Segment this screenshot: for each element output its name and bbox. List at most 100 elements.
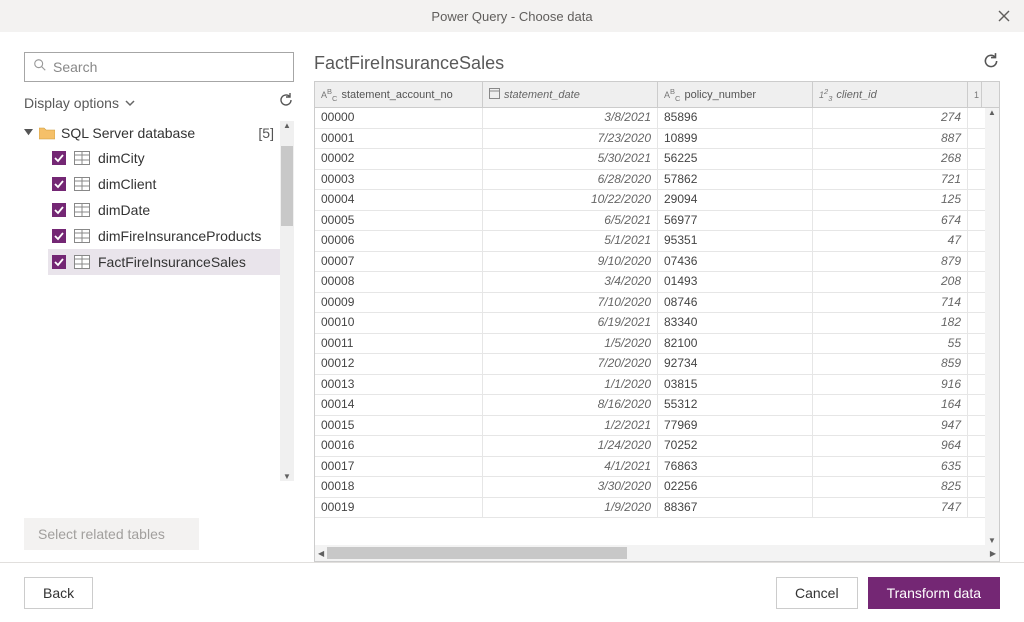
tree-item-label: FactFireInsuranceSales [98, 254, 246, 270]
data-grid: ABCstatement_account_nostatement_dateABC… [314, 81, 1000, 562]
checkbox-icon[interactable] [52, 255, 66, 269]
transform-data-button[interactable]: Transform data [868, 577, 1000, 609]
search-input[interactable] [53, 59, 285, 75]
close-icon[interactable] [992, 4, 1016, 28]
cell: 00017 [315, 457, 483, 477]
cell: 1/1/2020 [483, 375, 658, 395]
hscroll-thumb[interactable] [327, 547, 627, 559]
grid-vertical-scrollbar[interactable]: ▲ ▼ [985, 108, 999, 545]
cell: 00016 [315, 436, 483, 456]
table-row[interactable]: 000191/9/202088367747 [315, 498, 999, 519]
table-row[interactable]: 000106/19/202183340182 [315, 313, 999, 334]
caret-down-icon [24, 125, 33, 141]
table-row[interactable]: 000079/10/202007436879 [315, 252, 999, 273]
navigator-tree: SQL Server database [5] dimCitydimClient… [24, 121, 294, 510]
chevron-down-icon [125, 95, 135, 111]
search-box[interactable] [24, 52, 294, 82]
footer: Back Cancel Transform data [0, 562, 1024, 622]
cell: 00012 [315, 354, 483, 374]
table-icon [74, 255, 90, 269]
cell: 82100 [658, 334, 813, 354]
column-header[interactable]: statement_date [483, 82, 658, 107]
cell: 29094 [658, 190, 813, 210]
grid-header: ABCstatement_account_nostatement_dateABC… [315, 82, 999, 108]
type-icon [489, 88, 500, 101]
table-icon [74, 177, 90, 191]
cell: 879 [813, 252, 968, 272]
tree-item[interactable]: dimDate [48, 197, 294, 223]
back-button[interactable]: Back [24, 577, 93, 609]
checkbox-icon[interactable] [52, 203, 66, 217]
tree-item[interactable]: dimCity [48, 145, 294, 171]
table-row[interactable]: 000065/1/20219535147 [315, 231, 999, 252]
cell: 747 [813, 498, 968, 518]
refresh-preview-icon[interactable] [982, 52, 1000, 75]
table-row[interactable]: 000003/8/202185896274 [315, 108, 999, 129]
cell: 76863 [658, 457, 813, 477]
table-row[interactable]: 000111/5/20208210055 [315, 334, 999, 355]
table-row[interactable]: 000161/24/202070252964 [315, 436, 999, 457]
column-name: statement_account_no [341, 89, 452, 101]
cell: 88367 [658, 498, 813, 518]
refresh-icon[interactable] [278, 92, 294, 113]
cell: 721 [813, 170, 968, 190]
cell: 02256 [658, 477, 813, 497]
window-title: Power Query - Choose data [431, 9, 592, 24]
display-options-label: Display options [24, 95, 119, 111]
checkbox-icon[interactable] [52, 151, 66, 165]
display-options-dropdown[interactable]: Display options [24, 95, 135, 111]
table-row[interactable]: 000083/4/202001493208 [315, 272, 999, 293]
scrollbar-thumb[interactable] [281, 146, 293, 226]
cell: 56977 [658, 211, 813, 231]
cell: 5/30/2021 [483, 149, 658, 169]
table-row[interactable]: 000056/5/202156977674 [315, 211, 999, 232]
table-row[interactable]: 000127/20/202092734859 [315, 354, 999, 375]
folder-icon [39, 126, 55, 140]
tree-root[interactable]: SQL Server database [5] [24, 121, 294, 145]
table-row[interactable]: 000097/10/202008746714 [315, 293, 999, 314]
cell: 7/23/2020 [483, 129, 658, 149]
cell: 916 [813, 375, 968, 395]
type-icon: 123 [819, 87, 832, 103]
cell: 70252 [658, 436, 813, 456]
cell: 00013 [315, 375, 483, 395]
table-row[interactable]: 000025/30/202156225268 [315, 149, 999, 170]
sidebar-scrollbar[interactable]: ▲ ▼ [280, 121, 294, 481]
cell: 55 [813, 334, 968, 354]
grid-horizontal-scrollbar[interactable]: ◀ ▶ [315, 545, 999, 561]
cell: 95351 [658, 231, 813, 251]
cell: 00009 [315, 293, 483, 313]
table-row[interactable]: 000148/16/202055312164 [315, 395, 999, 416]
tree-item[interactable]: FactFireInsuranceSales [48, 249, 294, 275]
checkbox-icon[interactable] [52, 177, 66, 191]
cell: 1/9/2020 [483, 498, 658, 518]
cell: 00005 [315, 211, 483, 231]
table-row[interactable]: 0000410/22/202029094125 [315, 190, 999, 211]
cell: 55312 [658, 395, 813, 415]
column-header[interactable]: 123client_id [813, 82, 968, 107]
tree-item[interactable]: dimClient [48, 171, 294, 197]
table-row[interactable]: 000131/1/202003815916 [315, 375, 999, 396]
table-row[interactable]: 000183/30/202002256825 [315, 477, 999, 498]
cell: 00006 [315, 231, 483, 251]
cancel-button[interactable]: Cancel [776, 577, 858, 609]
tree-item[interactable]: dimFireInsuranceProducts [48, 223, 294, 249]
cell: 182 [813, 313, 968, 333]
select-related-tables-button[interactable]: Select related tables [24, 518, 199, 550]
cell: 00000 [315, 108, 483, 128]
cell: 00010 [315, 313, 483, 333]
cell: 947 [813, 416, 968, 436]
table-row[interactable]: 000151/2/202177969947 [315, 416, 999, 437]
cell: 00011 [315, 334, 483, 354]
cell: 47 [813, 231, 968, 251]
checkbox-icon[interactable] [52, 229, 66, 243]
cell: 77969 [658, 416, 813, 436]
table-row[interactable]: 000036/28/202057862721 [315, 170, 999, 191]
table-row[interactable]: 000017/23/202010899887 [315, 129, 999, 150]
cell: 8/16/2020 [483, 395, 658, 415]
cell: 1/5/2020 [483, 334, 658, 354]
column-header[interactable]: ABCstatement_account_no [315, 82, 483, 107]
cell: 674 [813, 211, 968, 231]
column-header[interactable]: ABCpolicy_number [658, 82, 813, 107]
table-row[interactable]: 000174/1/202176863635 [315, 457, 999, 478]
